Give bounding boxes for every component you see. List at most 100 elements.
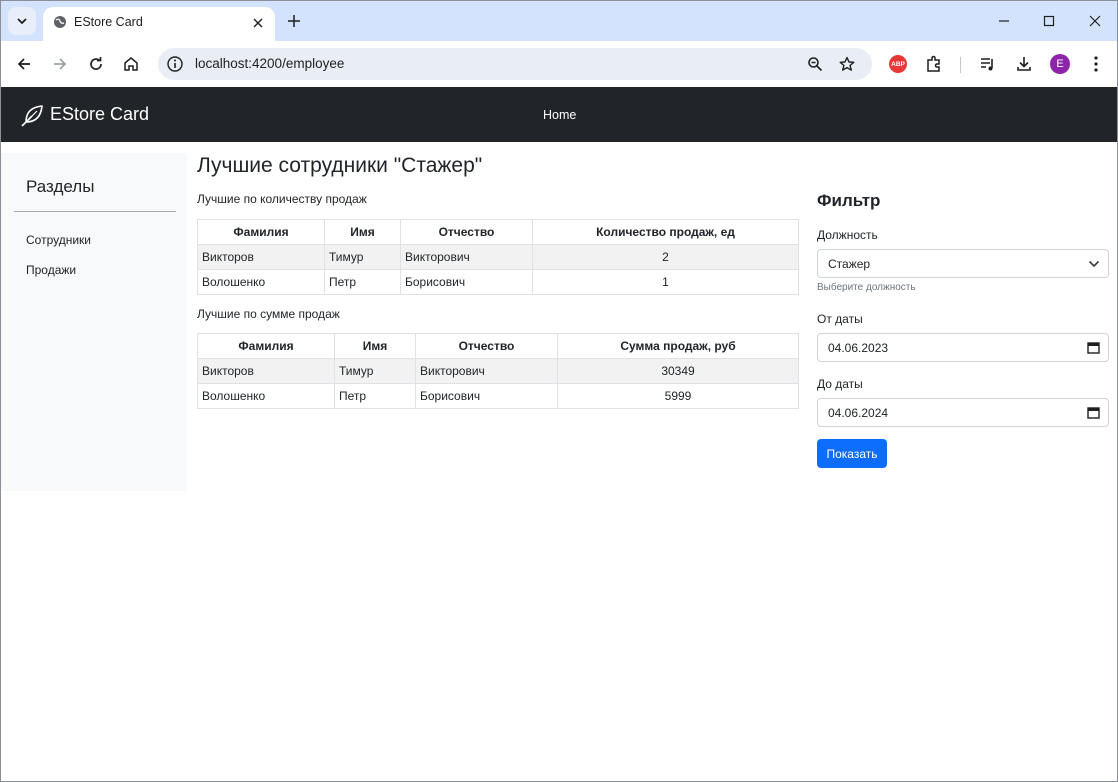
globe-icon	[54, 16, 66, 28]
chevron-down-icon	[17, 18, 27, 25]
home-icon	[124, 57, 138, 71]
browser-toolbar: localhost:4200/employee ABP E	[1, 41, 1117, 87]
from-date-input[interactable]: 04.06.2023	[817, 333, 1109, 362]
plus-icon	[288, 15, 300, 27]
cell-patronymic: Викторович	[400, 244, 533, 270]
cell-last-name: Волошенко	[197, 383, 335, 409]
position-select-value: Стажер	[828, 257, 871, 271]
avatar-initial: E	[1056, 58, 1064, 70]
sidebar-item-employees[interactable]: Сотрудники	[26, 233, 91, 247]
download-icon	[1017, 57, 1031, 71]
media-controls-button[interactable]	[977, 53, 999, 75]
cell-last-name: Волошенко	[197, 269, 325, 295]
cell-first-name: Тимур	[324, 244, 401, 270]
column-header: Фамилия	[197, 333, 335, 359]
chevron-down-icon	[1088, 260, 1100, 268]
cell-sales-sum: 5999	[557, 383, 799, 409]
avatar: E	[1050, 54, 1070, 74]
table-header-row: Фамилия Имя Отчество Количество продаж, …	[197, 219, 799, 245]
filter-title: Фильтр	[817, 191, 881, 210]
puzzle-icon	[927, 55, 940, 72]
brand-link[interactable]: EStore Card	[50, 104, 149, 125]
table-row: Волошенко Петр Борисович 1	[197, 269, 799, 295]
cell-first-name: Петр	[334, 383, 416, 409]
sidebar: Разделы Сотрудники Продажи	[1, 153, 187, 491]
table-by-count: Фамилия Имя Отчество Количество продаж, …	[197, 219, 799, 295]
cell-patronymic: Викторович	[415, 358, 558, 384]
browser-tab[interactable]: EStore Card	[43, 7, 275, 41]
bookmark-button[interactable]	[837, 54, 857, 74]
from-date-value: 04.06.2023	[828, 341, 889, 355]
app-navbar: EStore Card Home	[1, 87, 1117, 142]
section-title-by-sum: Лучшие по сумме продаж	[197, 307, 340, 321]
arrow-left-icon	[17, 58, 30, 70]
address-bar[interactable]: localhost:4200/employee	[158, 48, 872, 80]
cell-last-name: Викторов	[197, 244, 325, 270]
cell-sales-count: 1	[532, 269, 799, 295]
back-button[interactable]	[12, 52, 36, 76]
column-header: Фамилия	[197, 219, 325, 245]
cell-sales-count: 2	[532, 244, 799, 270]
zoom-button[interactable]	[805, 54, 825, 74]
toolbar-separator	[960, 57, 961, 73]
table-row: Викторов Тимур Викторович 30349	[197, 358, 799, 384]
maximize-icon	[1043, 15, 1055, 27]
playlist-music-icon	[981, 58, 993, 71]
position-select[interactable]: Стажер	[817, 249, 1109, 278]
position-label: Должность	[817, 228, 878, 242]
tab-close-button[interactable]	[249, 14, 267, 32]
more-vertical-icon	[1094, 56, 1098, 72]
new-tab-button[interactable]	[283, 10, 305, 32]
to-date-input[interactable]: 04.06.2024	[817, 398, 1109, 427]
adblock-icon: ABP	[889, 55, 907, 73]
position-help-text: Выберите должность	[817, 282, 916, 293]
tab-search-button[interactable]	[8, 7, 36, 35]
from-date-label: От даты	[817, 312, 863, 326]
extensions-button[interactable]	[923, 53, 945, 75]
profile-button[interactable]: E	[1049, 53, 1071, 75]
nav-home-link[interactable]: Home	[543, 108, 576, 122]
url-text[interactable]: localhost:4200/employee	[195, 56, 344, 71]
zoom-icon	[808, 57, 823, 72]
home-button[interactable]	[119, 52, 143, 76]
browser-window: EStore Card localhost:4200/employee ABP …	[0, 0, 1118, 782]
forward-button[interactable]	[48, 52, 72, 76]
downloads-button[interactable]	[1013, 53, 1035, 75]
cell-patronymic: Борисович	[400, 269, 533, 295]
column-header: Количество продаж, ед	[532, 219, 799, 245]
adblock-extension[interactable]: ABP	[887, 53, 909, 75]
maximize-button[interactable]	[1037, 9, 1061, 33]
cell-patronymic: Борисович	[415, 383, 558, 409]
column-header: Сумма продаж, руб	[557, 333, 799, 359]
browser-menu-button[interactable]	[1085, 53, 1107, 75]
close-icon	[1089, 15, 1101, 27]
tab-title: EStore Card	[74, 15, 143, 29]
star-icon	[839, 56, 855, 71]
column-header: Отчество	[400, 219, 533, 245]
arrow-right-icon	[54, 58, 67, 70]
sidebar-divider	[14, 211, 176, 212]
close-icon	[253, 18, 263, 28]
column-header: Отчество	[415, 333, 558, 359]
close-window-button[interactable]	[1083, 9, 1107, 33]
table-by-sum: Фамилия Имя Отчество Сумма продаж, руб В…	[197, 333, 799, 409]
to-date-label: До даты	[817, 377, 863, 391]
table-header-row: Фамилия Имя Отчество Сумма продаж, руб	[197, 333, 799, 359]
show-button[interactable]: Показать	[817, 439, 887, 468]
table-row: Викторов Тимур Викторович 2	[197, 244, 799, 270]
to-date-value: 04.06.2024	[828, 406, 889, 420]
reload-icon	[90, 57, 102, 70]
calendar-icon[interactable]	[1087, 341, 1100, 354]
calendar-icon[interactable]	[1087, 406, 1100, 419]
column-header: Имя	[334, 333, 416, 359]
tab-strip: EStore Card	[1, 1, 1117, 41]
page-title: Лучшие сотрудники "Стажер"	[197, 154, 483, 177]
cell-last-name: Викторов	[197, 358, 335, 384]
feather-icon	[21, 105, 43, 127]
site-info-icon[interactable]	[166, 55, 184, 73]
column-header: Имя	[324, 219, 401, 245]
minimize-button[interactable]	[992, 9, 1016, 33]
reload-button[interactable]	[84, 52, 108, 76]
sidebar-item-sales[interactable]: Продажи	[26, 263, 76, 277]
table-row: Волошенко Петр Борисович 5999	[197, 383, 799, 409]
